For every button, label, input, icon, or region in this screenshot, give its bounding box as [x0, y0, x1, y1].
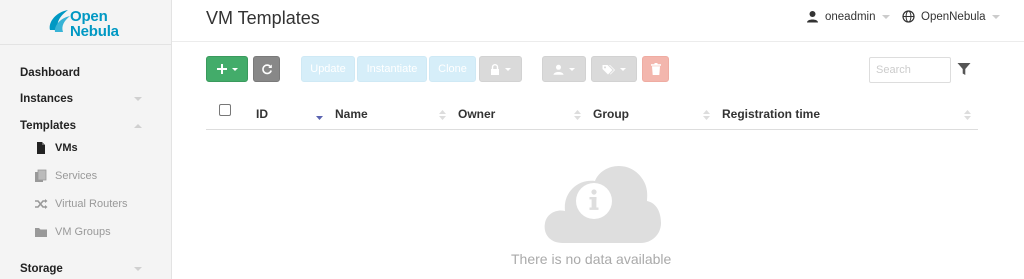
file-icon	[37, 142, 45, 154]
globe-icon	[902, 10, 915, 23]
tags-icon	[602, 64, 615, 74]
folder-icon	[35, 228, 47, 237]
sidebar-item-storage[interactable]: Storage	[20, 263, 142, 275]
trash-icon	[650, 63, 661, 75]
chevron-down-icon	[991, 14, 1000, 23]
labels-button[interactable]	[591, 56, 637, 82]
copy-icon	[35, 169, 47, 182]
update-button[interactable]: Update	[301, 56, 355, 82]
column-header-registration-time[interactable]: Registration time	[722, 107, 820, 121]
column-header-owner[interactable]: Owner	[458, 107, 495, 121]
user-menu[interactable]: oneadmin	[806, 10, 890, 23]
table-header-divider	[206, 129, 978, 130]
sidebar-subitem-label: VMs	[55, 142, 78, 154]
column-header-id[interactable]: ID	[256, 107, 268, 121]
sort-icon[interactable]	[439, 109, 446, 121]
logo-text-open: Open	[70, 8, 108, 25]
sidebar-subitem-virtual-routers[interactable]: Virtual Routers	[34, 197, 128, 211]
search-input[interactable]	[869, 57, 951, 83]
column-header-group[interactable]: Group	[593, 107, 629, 121]
chevron-down-icon	[231, 67, 238, 74]
delete-button[interactable]	[642, 56, 669, 82]
opennebula-logo[interactable]: Open Nebula	[46, 6, 136, 40]
page-title: VM Templates	[206, 8, 320, 28]
sort-desc-icon[interactable]	[316, 109, 323, 121]
cloud-info-icon	[544, 165, 661, 243]
zone-label: OpenNebula	[921, 10, 986, 23]
shuffle-icon	[35, 199, 48, 209]
zone-menu[interactable]: OpenNebula	[902, 10, 1000, 23]
select-all-checkbox[interactable]	[219, 104, 231, 116]
empty-table-message: There is no data available	[511, 251, 672, 267]
refresh-icon	[261, 64, 272, 75]
logo-text-nebula: Nebula	[70, 23, 119, 40]
sidebar-item-label: Instances	[20, 93, 74, 105]
sort-icon[interactable]	[574, 109, 581, 121]
sidebar-subitem-label: Virtual Routers	[55, 198, 128, 210]
sidebar-subitem-label: Services	[55, 170, 98, 182]
chevron-down-icon	[620, 67, 626, 74]
sort-icon[interactable]	[964, 109, 971, 121]
user-icon	[553, 64, 564, 75]
user-icon	[807, 11, 818, 23]
sidebar: Open Nebula Dashboard Instances Template…	[0, 0, 172, 279]
instantiate-button[interactable]: Instantiate	[357, 56, 427, 82]
lock-menu-button[interactable]	[479, 56, 522, 82]
chevron-down-icon	[569, 67, 575, 74]
create-button[interactable]	[206, 56, 248, 82]
sidebar-subitem-vms[interactable]: VMs	[34, 141, 78, 155]
username-label: oneadmin	[825, 10, 876, 23]
filter-icon[interactable]	[957, 62, 971, 76]
sidebar-item-label: Storage	[20, 263, 63, 275]
sidebar-subitem-label: VM Groups	[55, 226, 111, 238]
sidebar-item-instances[interactable]: Instances	[20, 93, 143, 105]
sidebar-item-label: Templates	[20, 120, 77, 132]
header-divider	[172, 41, 1024, 42]
sidebar-subitem-vm-groups[interactable]: VM Groups	[34, 225, 111, 239]
refresh-button[interactable]	[253, 56, 280, 82]
sidebar-divider	[0, 44, 172, 45]
sidebar-item-dashboard[interactable]: Dashboard	[20, 67, 80, 79]
sort-icon[interactable]	[703, 109, 710, 121]
chevron-down-icon	[505, 67, 511, 74]
change-owner-button[interactable]	[542, 56, 586, 82]
clone-button[interactable]: Clone	[429, 56, 476, 82]
column-header-name[interactable]: Name	[335, 107, 368, 121]
sidebar-item-templates[interactable]: Templates	[20, 120, 143, 132]
plus-icon	[216, 64, 227, 74]
lock-icon	[491, 63, 499, 75]
chevron-down-icon	[881, 14, 890, 23]
sidebar-subitem-services[interactable]: Services	[34, 169, 97, 183]
opennebula-logo-icon	[49, 10, 70, 32]
